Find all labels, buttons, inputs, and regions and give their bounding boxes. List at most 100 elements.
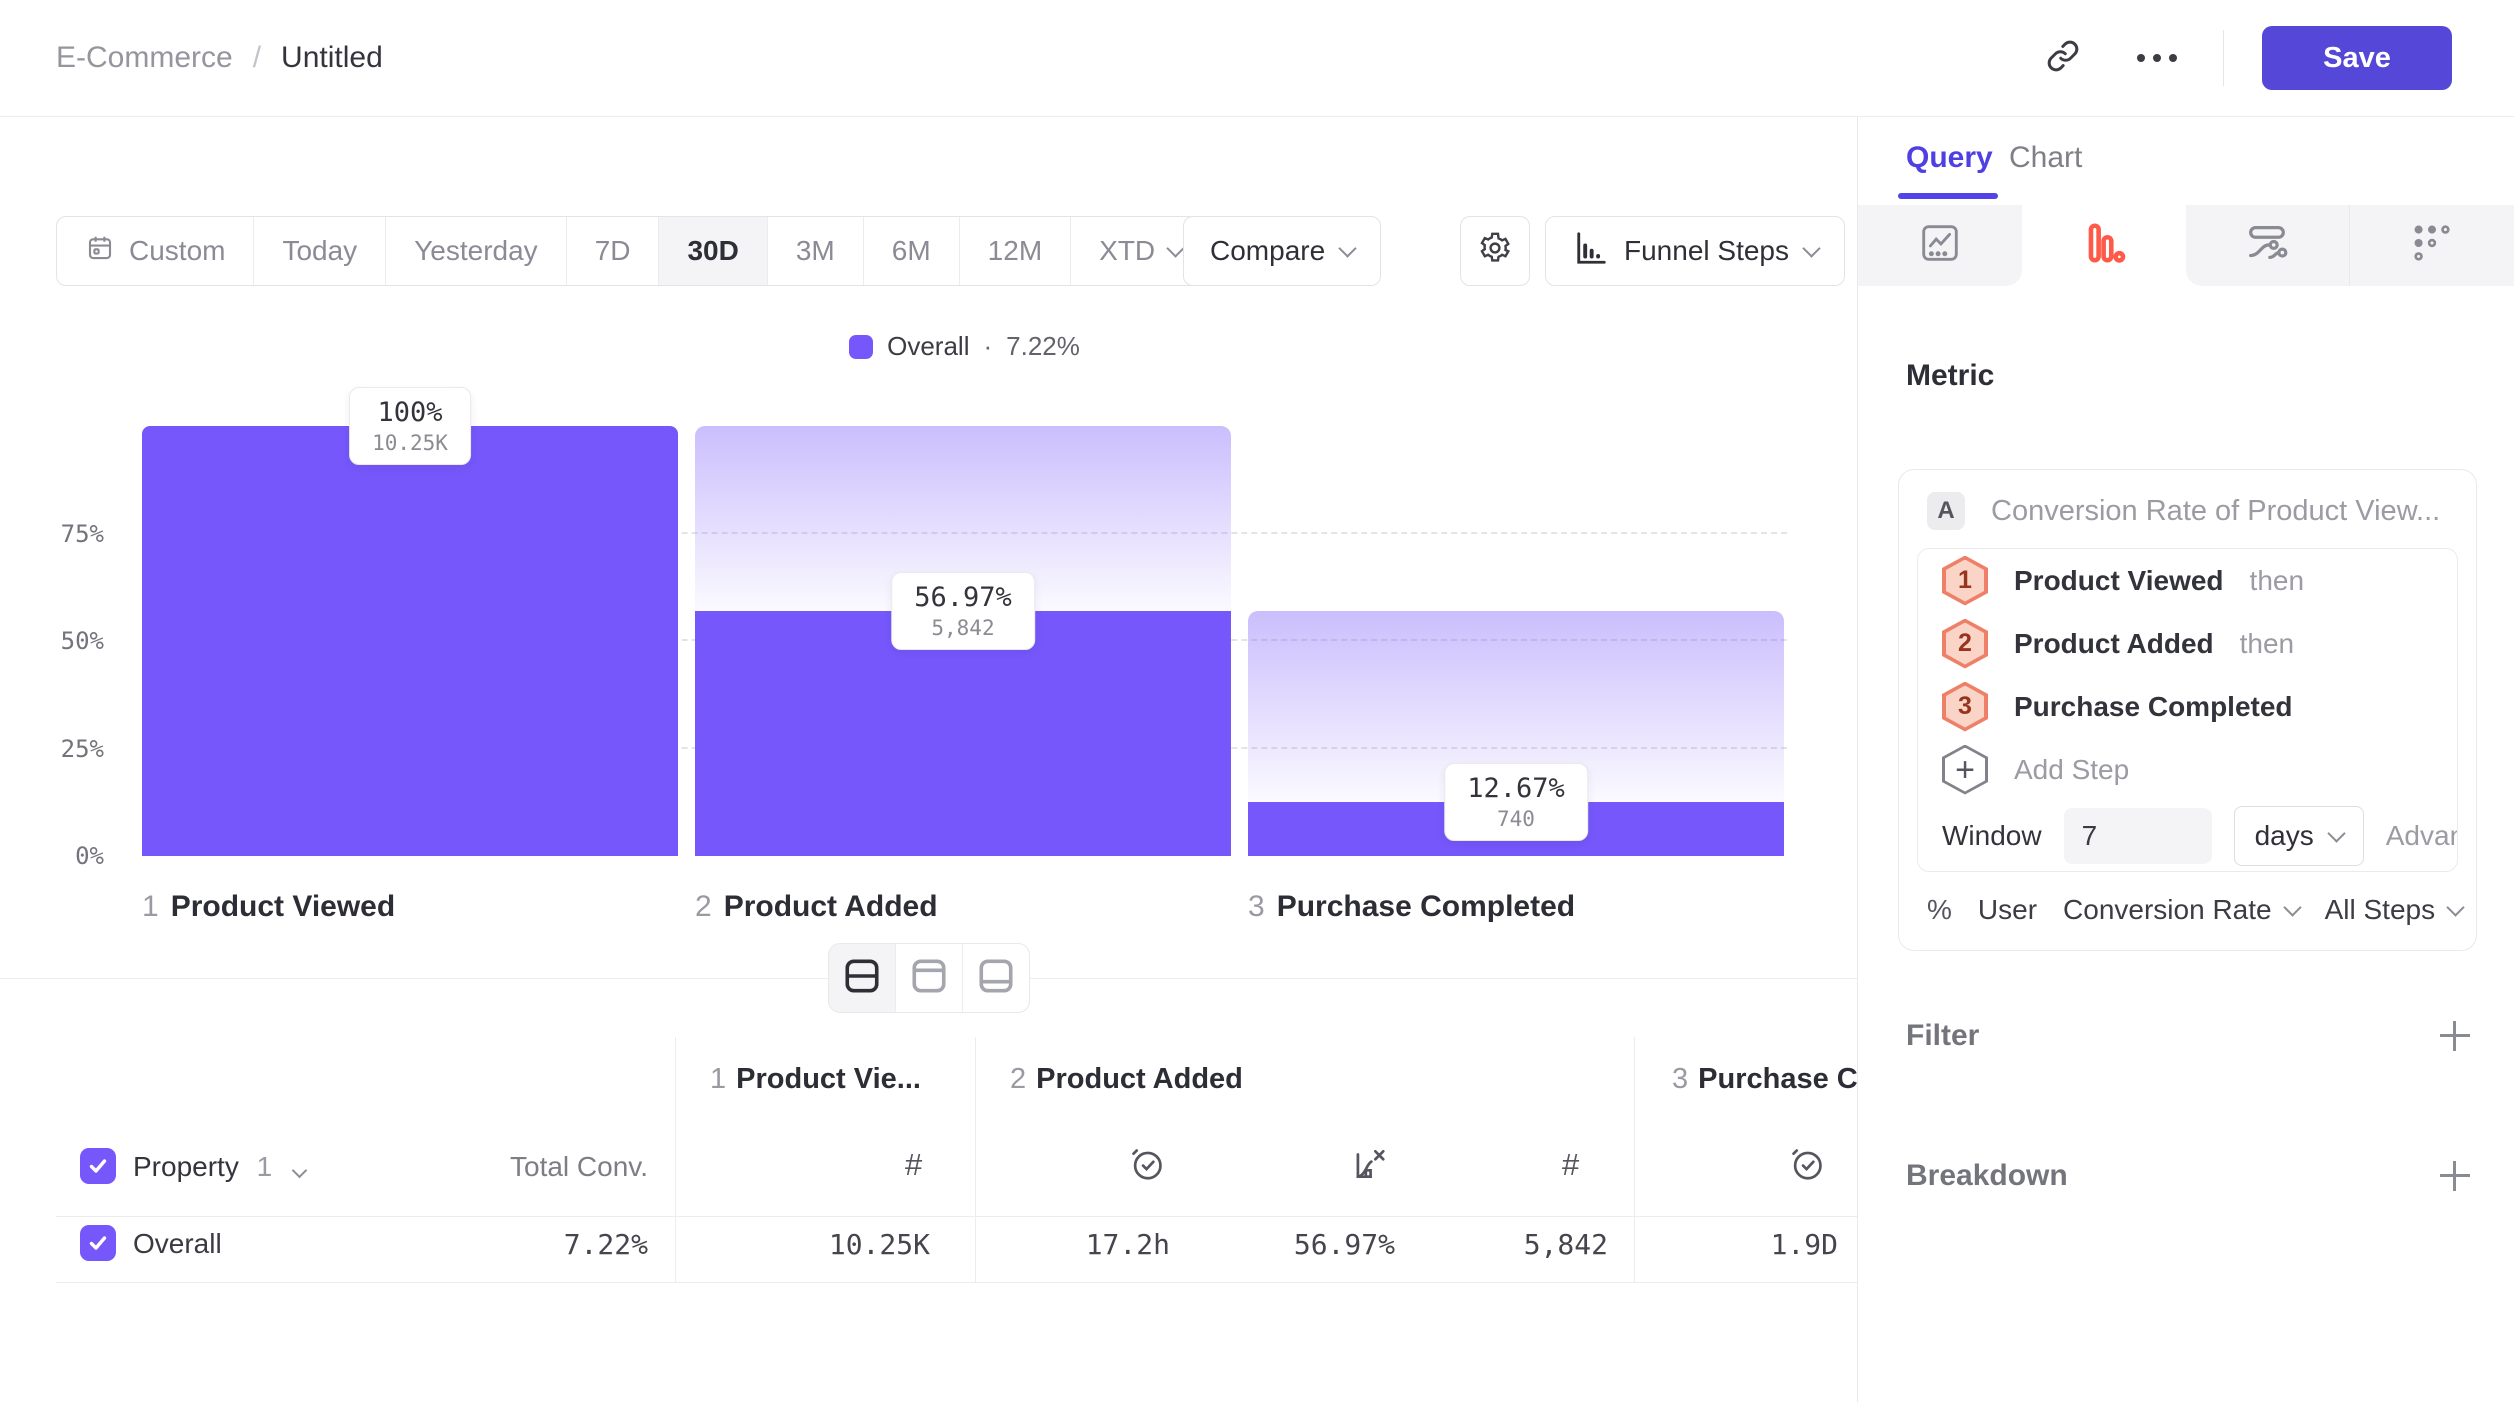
- time-to-convert-icon[interactable]: [1128, 1145, 1166, 1188]
- filter-section: Filter: [1906, 1006, 2470, 1066]
- metric-badge: A: [1927, 492, 1965, 530]
- tab-chart[interactable]: Chart: [2009, 141, 2082, 175]
- window-unit-dropdown[interactable]: days: [2234, 806, 2364, 866]
- table-column-divider: [1634, 1037, 1635, 1282]
- view-toggle-chart-only[interactable]: [896, 944, 963, 1012]
- top-bar-divider: [2223, 30, 2224, 86]
- bar-value-label: 100%10.25K: [349, 387, 471, 465]
- chevron-down-icon: [2327, 824, 2345, 842]
- analysis-type-funnels[interactable]: [2022, 205, 2186, 286]
- count-metric-icon[interactable]: #: [1562, 1147, 1579, 1183]
- date-range-yesterday[interactable]: Yesterday: [386, 217, 567, 285]
- save-button[interactable]: Save: [2262, 26, 2452, 90]
- breadcrumb-separator: /: [253, 41, 261, 75]
- date-range-6m[interactable]: 6M: [864, 217, 960, 285]
- percent-icon: %: [1927, 894, 1952, 926]
- filter-heading: Filter: [1906, 1019, 1979, 1053]
- tab-query[interactable]: Query: [1906, 141, 1993, 175]
- funnel-step-axis-label[interactable]: 1Product Viewed: [142, 890, 395, 924]
- measure-scope-dropdown[interactable]: All Steps: [2325, 894, 2463, 926]
- metric-step-row[interactable]: 1Product Viewedthen: [1918, 549, 2457, 612]
- step-number-hex-icon: 3: [1942, 682, 1988, 732]
- date-range-today[interactable]: Today: [254, 217, 386, 285]
- date-range-7d[interactable]: 7D: [567, 217, 660, 285]
- legend-separator: ·: [983, 331, 992, 362]
- metric-step-row[interactable]: 3Purchase Completed: [1918, 675, 2457, 738]
- metric-title-row[interactable]: A Conversion Rate of Product View...: [1927, 492, 2440, 530]
- compare-button[interactable]: Compare: [1183, 216, 1381, 286]
- add-step-button[interactable]: + Add Step: [1918, 738, 2457, 801]
- add-filter-icon[interactable]: [2440, 1021, 2470, 1051]
- analysis-type-insights[interactable]: [1858, 205, 2022, 286]
- retention-icon: [2409, 220, 2455, 271]
- breakdown-section: Breakdown: [1906, 1146, 2470, 1206]
- insights-icon: [1917, 220, 1963, 271]
- date-range-3m[interactable]: 3M: [768, 217, 864, 285]
- chevron-down-icon: [2283, 898, 2301, 916]
- measure-type-dropdown[interactable]: Conversion Rate: [2063, 894, 2299, 926]
- conversion-rate-icon[interactable]: [1350, 1145, 1388, 1188]
- time-to-convert-icon[interactable]: [1788, 1145, 1826, 1188]
- property-header[interactable]: Property 1: [133, 1151, 305, 1183]
- share-link-button[interactable]: [2035, 30, 2091, 86]
- cell-step3-time: 1.9D: [1678, 1228, 1838, 1261]
- breadcrumb-report-title[interactable]: Untitled: [281, 41, 383, 75]
- compare-label: Compare: [1210, 235, 1325, 267]
- table-column-divider: [975, 1037, 976, 1282]
- chart-legend[interactable]: Overall · 7.22%: [142, 331, 1787, 362]
- window-value-input[interactable]: [2064, 808, 2212, 864]
- funnel-step-axis-label[interactable]: 3Purchase Completed: [1248, 890, 1575, 924]
- funnel-report-app: E-Commerce / Untitled Save Cus: [0, 0, 2514, 1402]
- view-toggle-split[interactable]: [829, 944, 896, 1012]
- analysis-type-strip: [1858, 205, 2514, 286]
- row-checkbox[interactable]: [80, 1225, 116, 1261]
- cell-step2-rate: 56.97%: [1235, 1228, 1395, 1261]
- analysis-type-flows[interactable]: [2186, 205, 2351, 286]
- more-options-button[interactable]: [2129, 30, 2185, 86]
- metric-section-heading: Metric: [1906, 359, 1994, 393]
- funnel-step-axis-label[interactable]: 2Product Added: [695, 890, 938, 924]
- link-icon: [2045, 38, 2081, 79]
- calendar-icon: [85, 233, 115, 270]
- cell-total-conv: 7.22%: [430, 1228, 648, 1261]
- table-group-step2: 2Product Added: [1010, 1063, 1243, 1096]
- flows-icon: [2244, 220, 2290, 271]
- breadcrumb: E-Commerce / Untitled: [56, 41, 383, 75]
- analysis-type-retention[interactable]: [2350, 205, 2514, 286]
- breadcrumb-project[interactable]: E-Commerce: [56, 41, 233, 75]
- row-label[interactable]: Overall: [133, 1228, 222, 1260]
- table-group-step1: 1Product Vie...: [710, 1063, 921, 1096]
- total-conv-header[interactable]: Total Conv.: [430, 1151, 648, 1183]
- date-range-custom[interactable]: Custom: [57, 217, 254, 285]
- y-axis-tick-label: 50%: [61, 627, 104, 655]
- advanced-dropdown[interactable]: Advanced: [2386, 820, 2458, 852]
- chart-settings-button[interactable]: [1460, 216, 1530, 286]
- funnel-y-axis: 0%25%50%75%: [0, 426, 118, 856]
- split-view-icon: [842, 958, 882, 999]
- table-column-divider: [675, 1037, 676, 1282]
- chart-type-selector[interactable]: Funnel Steps: [1545, 216, 1845, 286]
- bar-value-label: 12.67%740: [1444, 763, 1588, 841]
- top-bar: E-Commerce / Untitled Save: [0, 0, 2514, 117]
- legend-series-value: 7.22%: [1006, 331, 1080, 362]
- date-range-30d[interactable]: 30D: [659, 217, 767, 285]
- metric-card: A Conversion Rate of Product View... 1Pr…: [1898, 469, 2477, 951]
- count-metric-icon[interactable]: #: [905, 1147, 922, 1183]
- metric-title: Conversion Rate of Product View...: [1991, 495, 2440, 528]
- bar-value-label: 56.97%5,842: [891, 572, 1035, 650]
- conversion-window-row: Window days Advanced: [1918, 801, 2457, 871]
- metric-step-row[interactable]: 2Product Addedthen: [1918, 612, 2457, 675]
- report-toolbar: CustomTodayYesterday7D30D3M6M12MXTD Comp…: [56, 217, 1857, 285]
- funnel-plot: 100%10.25K1Product Viewed56.97%5,8422Pro…: [142, 426, 1787, 856]
- view-toggle-table-only[interactable]: [963, 944, 1029, 1012]
- date-range-12m[interactable]: 12M: [960, 217, 1071, 285]
- gear-icon: [1478, 231, 1512, 272]
- measurement-row: % User Conversion Rate All Steps: [1927, 894, 2462, 926]
- view-toggle-group: [828, 943, 1030, 1013]
- add-breakdown-icon[interactable]: [2440, 1161, 2470, 1191]
- funnel-bar[interactable]: [142, 426, 678, 856]
- measure-entity[interactable]: User: [1978, 894, 2037, 926]
- select-all-checkbox[interactable]: [80, 1148, 116, 1184]
- funnel-steps-card: 1Product Viewedthen2Product Addedthen3Pu…: [1917, 548, 2458, 872]
- step-number-hex-icon: 2: [1942, 619, 1988, 669]
